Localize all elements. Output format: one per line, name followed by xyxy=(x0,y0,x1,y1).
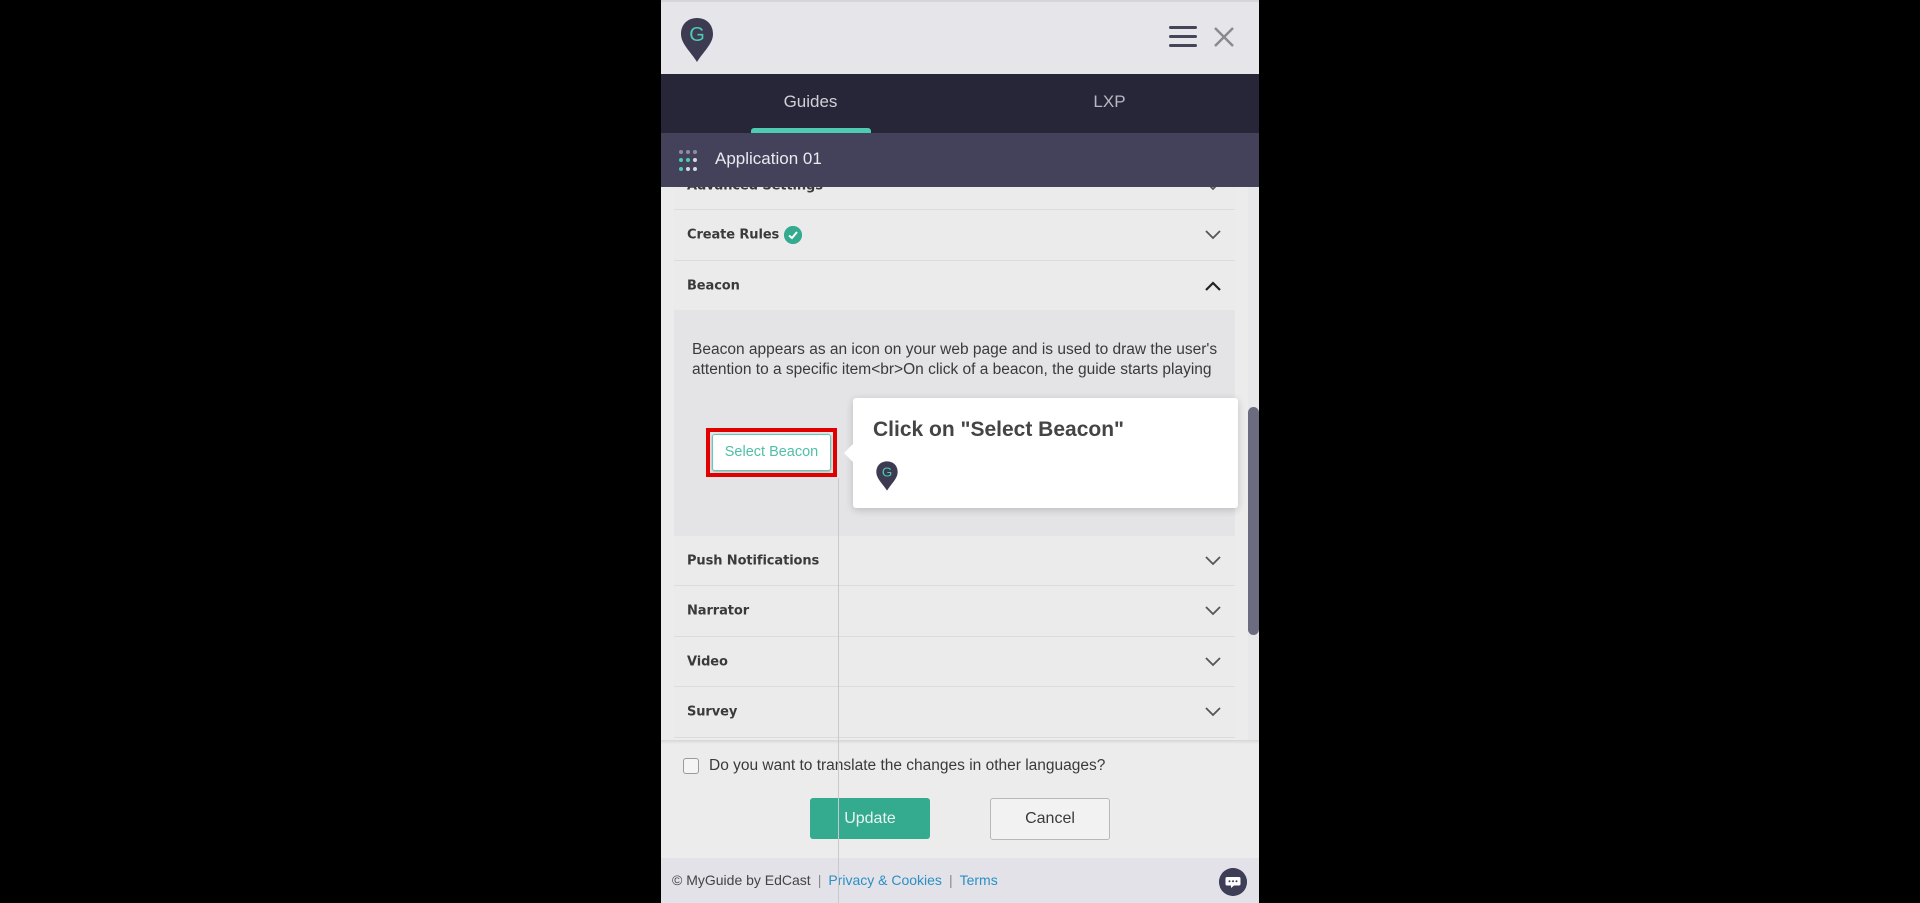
accordion-header[interactable]: Survey xyxy=(674,687,1235,737)
tab-label: LXP xyxy=(1093,92,1126,111)
terms-link[interactable]: Terms xyxy=(960,872,998,888)
footer-links: © MyGuide by EdCast | Privacy & Cookies … xyxy=(672,872,998,888)
accordion-video[interactable]: Video xyxy=(674,637,1235,687)
update-button[interactable]: Update xyxy=(810,798,930,839)
accordion-survey[interactable]: Survey xyxy=(674,687,1235,738)
translate-checkbox-row[interactable]: Do you want to translate the changes in … xyxy=(683,756,1105,776)
close-icon[interactable] xyxy=(1211,22,1237,52)
accordion-title: Beacon xyxy=(687,278,740,293)
tab-guides[interactable]: Guides xyxy=(661,74,960,133)
privacy-cookies-link[interactable]: Privacy & Cookies xyxy=(828,872,942,888)
hamburger-menu-button[interactable] xyxy=(1169,26,1197,48)
footer-separator: | xyxy=(948,872,953,888)
translate-label: Do you want to translate the changes in … xyxy=(709,757,1106,774)
chevron-down-icon xyxy=(1205,656,1221,666)
chevron-down-icon xyxy=(1205,707,1221,717)
cancel-button[interactable]: Cancel xyxy=(990,798,1110,840)
accordion-title: Create Rules xyxy=(687,227,780,243)
svg-text:G: G xyxy=(882,465,892,480)
select-beacon-button[interactable]: Select Beacon xyxy=(712,434,831,471)
apps-grid-icon xyxy=(679,150,701,172)
chevron-down-icon xyxy=(1205,606,1221,616)
accordion-create-rules[interactable]: Create Rules xyxy=(674,210,1235,261)
accordion-title: Video xyxy=(687,654,728,669)
hamburger-line xyxy=(1169,26,1197,29)
main-tabs: Guides LXP xyxy=(661,74,1259,133)
myguide-logo-icon: G xyxy=(876,461,898,491)
check-circle-icon xyxy=(784,226,802,244)
copyright-text: © MyGuide by EdCast xyxy=(672,872,811,888)
hamburger-line xyxy=(1169,44,1197,47)
content-divider xyxy=(661,740,1259,744)
svg-text:G: G xyxy=(689,24,705,46)
chat-bubble-icon[interactable] xyxy=(1219,868,1247,896)
tab-lxp[interactable]: LXP xyxy=(960,74,1259,133)
accordion-push-notifications[interactable]: Push Notifications xyxy=(674,536,1235,586)
footer-separator: | xyxy=(817,872,822,888)
chevron-down-icon xyxy=(1205,230,1221,240)
guide-line xyxy=(838,478,839,903)
accordion-header[interactable]: Create Rules xyxy=(674,210,1235,260)
accordion-header[interactable]: Beacon xyxy=(674,261,1235,310)
hamburger-line xyxy=(1169,35,1197,38)
scrollbar-thumb[interactable] xyxy=(1248,407,1259,635)
myguide-logo-icon: G xyxy=(681,18,713,62)
footer: © MyGuide by EdCast | Privacy & Cookies … xyxy=(661,858,1259,903)
translate-checkbox[interactable] xyxy=(683,758,699,774)
tooltip-title: Click on "Select Beacon" xyxy=(873,418,1124,441)
accordion-title: Push Notifications xyxy=(687,553,820,568)
accordion-beacon[interactable]: Beacon xyxy=(674,261,1235,310)
application-bar[interactable]: Application 01 xyxy=(661,133,1259,187)
guide-tooltip: Click on "Select Beacon" G xyxy=(844,398,1238,508)
accordion-header[interactable]: Push Notifications xyxy=(674,536,1235,585)
application-name: Application 01 xyxy=(715,149,822,168)
accordion-narrator[interactable]: Narrator xyxy=(674,586,1235,637)
chevron-down-icon xyxy=(1205,555,1221,565)
accordion-header[interactable]: Video xyxy=(674,637,1235,686)
accordion-title: Survey xyxy=(687,704,738,720)
panel-header: G xyxy=(661,0,1259,74)
accordion-header[interactable]: Narrator xyxy=(674,586,1235,636)
tab-label: Guides xyxy=(783,92,838,111)
accordion-title: Narrator xyxy=(687,603,750,619)
chevron-up-icon xyxy=(1205,280,1221,291)
beacon-description: Beacon appears as an icon on your web pa… xyxy=(692,341,1218,378)
